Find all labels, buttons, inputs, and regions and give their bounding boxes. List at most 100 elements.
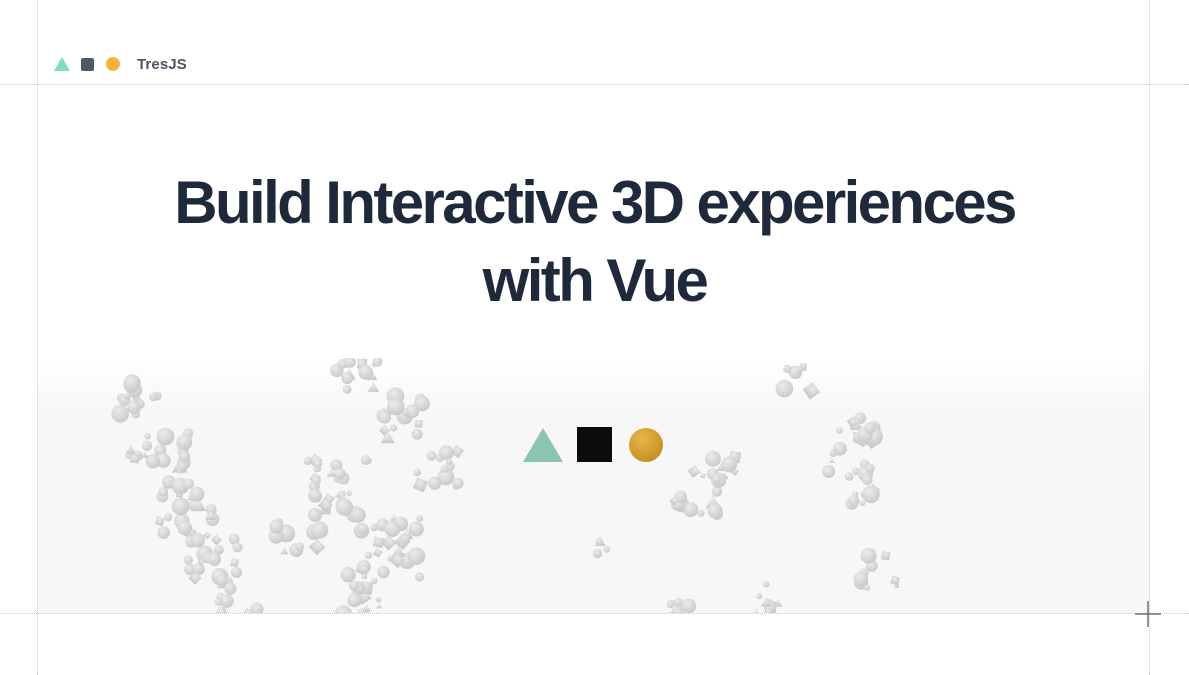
particle — [367, 381, 380, 392]
particle — [230, 558, 239, 568]
particle — [375, 596, 383, 604]
particle — [864, 584, 870, 591]
particle — [125, 444, 136, 454]
particle — [381, 535, 397, 551]
cube-shape[interactable] — [577, 427, 612, 462]
triangle-shape[interactable] — [523, 428, 563, 462]
particle — [341, 371, 354, 385]
particle — [171, 497, 190, 516]
particle — [158, 486, 169, 497]
particle — [408, 521, 424, 537]
particle — [707, 503, 723, 519]
particle — [762, 580, 770, 588]
particle — [189, 486, 205, 502]
particle — [342, 384, 352, 394]
hero-title-line-2: with Vue — [482, 247, 709, 314]
particle — [862, 485, 880, 504]
particle — [753, 608, 759, 613]
particle — [311, 475, 321, 485]
particle — [314, 459, 323, 468]
particle — [880, 551, 891, 561]
particle — [862, 474, 873, 486]
particle — [414, 572, 425, 582]
particle — [123, 392, 131, 400]
plus-icon — [1135, 601, 1161, 627]
particle — [111, 405, 129, 423]
particle — [348, 580, 360, 591]
particle — [157, 526, 170, 539]
particle — [362, 573, 368, 579]
particle — [144, 433, 151, 440]
triangle-icon — [54, 56, 70, 71]
particle — [379, 569, 388, 578]
scene-canvas[interactable] — [38, 358, 1149, 613]
particle — [379, 412, 391, 424]
particle — [224, 582, 237, 595]
particle — [412, 477, 428, 493]
particle — [712, 474, 722, 484]
guide-line-bottom — [0, 613, 1189, 614]
particle — [360, 455, 371, 465]
hero-title-line-1: Build Interactive 3D experiences — [174, 169, 1017, 236]
particle — [711, 486, 723, 497]
particle — [310, 521, 329, 539]
particle — [411, 428, 423, 440]
particle-cloud — [111, 358, 901, 613]
particle — [890, 575, 901, 586]
particle — [783, 364, 792, 374]
particle — [178, 450, 191, 463]
particle — [844, 472, 854, 481]
particle — [334, 468, 346, 480]
guide-line-top — [0, 84, 1189, 85]
particle — [371, 577, 378, 584]
particle — [145, 454, 160, 469]
particle — [384, 521, 401, 537]
center-shapes — [523, 427, 663, 462]
particle — [142, 440, 153, 451]
particle — [372, 547, 383, 558]
particle — [775, 379, 794, 398]
particle — [269, 519, 284, 534]
particle — [129, 453, 140, 464]
square-icon — [81, 57, 94, 71]
particle — [666, 599, 675, 609]
particle — [796, 365, 804, 373]
particle — [280, 547, 289, 555]
particle — [704, 450, 721, 467]
particle — [346, 490, 353, 497]
particle — [232, 542, 243, 553]
particle — [303, 456, 312, 466]
particle — [400, 534, 411, 544]
particle — [687, 465, 701, 478]
particle — [756, 593, 763, 600]
guide-line-right — [1149, 0, 1150, 675]
particle — [214, 598, 222, 606]
particle — [350, 507, 366, 523]
particle — [428, 476, 442, 490]
particle — [207, 552, 222, 566]
particle — [340, 567, 356, 583]
particle — [164, 513, 173, 522]
particle — [859, 499, 866, 507]
particle — [828, 457, 835, 463]
particle — [864, 422, 876, 434]
particle — [853, 571, 868, 587]
particle — [334, 605, 353, 613]
particle — [603, 546, 611, 553]
particle — [308, 488, 322, 503]
particle — [335, 498, 353, 516]
particle — [176, 434, 193, 451]
brand-home-link[interactable]: TresJS — [54, 54, 187, 74]
hero-title: Build Interactive 3D experiences with Vu… — [0, 164, 1189, 320]
particle — [154, 516, 166, 527]
particle — [848, 495, 860, 507]
particle — [407, 547, 426, 565]
particle — [190, 533, 205, 548]
particle — [178, 462, 187, 471]
particle — [370, 523, 379, 532]
particle — [231, 567, 242, 578]
particle — [699, 472, 706, 479]
brand-logo — [54, 56, 120, 71]
particle — [364, 551, 373, 559]
sphere-shape[interactable] — [629, 428, 663, 462]
